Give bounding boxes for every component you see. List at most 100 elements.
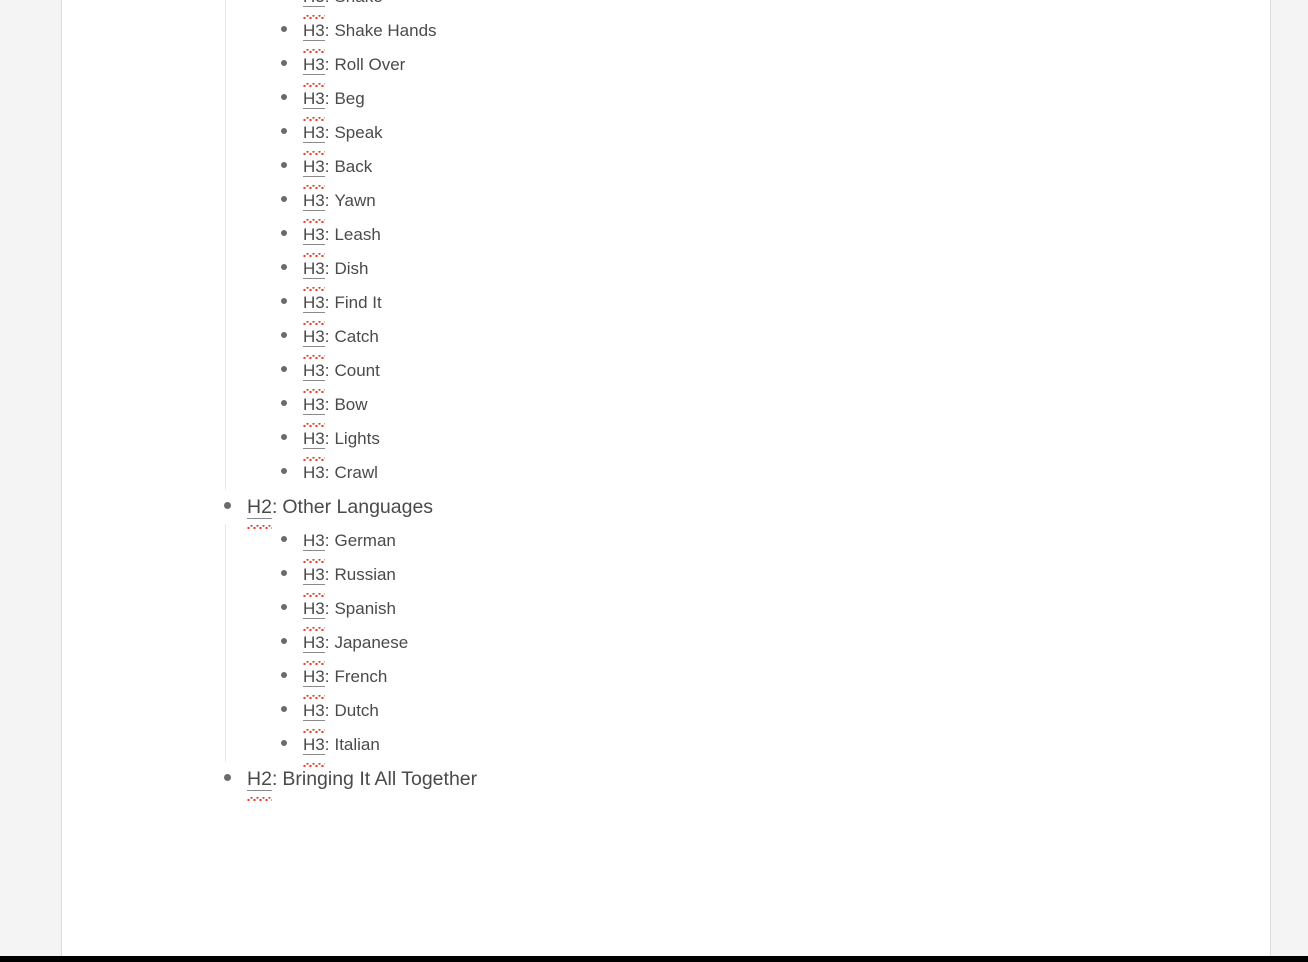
- heading-tag-separator: :: [324, 395, 330, 414]
- outline-item-h3[interactable]: H3: German: [62, 524, 1270, 563]
- outline-node: H3: Shake Hands: [62, 14, 1270, 53]
- heading-tag: H3: [303, 218, 325, 257]
- outline-item-h3[interactable]: H3: Shake Hands: [62, 14, 1270, 53]
- bullet-icon: [281, 332, 287, 338]
- bullet-icon: [224, 502, 231, 509]
- outline-item-h3[interactable]: H3: Italian: [62, 728, 1270, 767]
- heading-tag-separator: :: [324, 157, 330, 176]
- outline-item-h3[interactable]: H3: Bow: [62, 388, 1270, 427]
- heading-tag-label: H3: [303, 123, 325, 143]
- outline-node: H3: Dish: [62, 252, 1270, 291]
- heading-tag: H3: [303, 456, 325, 490]
- heading-tag: H3: [303, 150, 325, 189]
- outline-item-h3[interactable]: H3: Back: [62, 150, 1270, 189]
- outline-item-h3[interactable]: H3: Catch: [62, 320, 1270, 359]
- outline-tree: H3:ShakeH3:Shake HandsH3:Roll OverH3:Beg…: [62, 0, 1270, 801]
- heading-tag-label: H3: [303, 531, 325, 551]
- outline-node: H3: Spanish: [62, 592, 1270, 631]
- heading-tag: H3: [303, 116, 325, 155]
- heading-tag-label: H3: [303, 735, 325, 755]
- bullet-icon: [281, 298, 287, 304]
- outline-item-h2[interactable]: H2: Bringing It All Together: [62, 762, 1270, 801]
- outline-item-h3[interactable]: H3: Russian: [62, 558, 1270, 597]
- outline-node: H3: Lights: [62, 422, 1270, 461]
- outline-node: H2: Bringing It All Together: [62, 762, 1270, 801]
- outline-item-h3[interactable]: H3: Shake: [62, 0, 1270, 19]
- heading-title: French: [334, 667, 388, 686]
- heading-title: Italian: [334, 735, 380, 754]
- heading-title: Roll Over: [334, 55, 406, 74]
- outline-item-h3[interactable]: H3: Japanese: [62, 626, 1270, 665]
- bullet-icon: [281, 128, 287, 134]
- heading-title: Lights: [334, 429, 380, 448]
- outline-node: H3: German: [62, 524, 1270, 563]
- heading-tag-separator: :: [324, 55, 330, 74]
- heading-tag: H3: [303, 728, 325, 767]
- heading-title: Yawn: [334, 191, 376, 210]
- bullet-icon: [281, 536, 287, 542]
- heading-tag-label: H3: [303, 89, 325, 109]
- outline-node: H3: Italian: [62, 728, 1270, 767]
- heading-tag-label: H3: [303, 463, 325, 482]
- heading-tag-separator: :: [324, 123, 330, 142]
- outline-node-group: H3:ShakeH3:Shake HandsH3:Roll OverH3:Beg…: [62, 0, 1270, 490]
- heading-tag-label: H3: [303, 157, 325, 177]
- heading-title: Russian: [334, 565, 396, 584]
- heading-title: Dish: [334, 259, 369, 278]
- outline-item-h3[interactable]: H3: French: [62, 660, 1270, 699]
- bullet-icon: [281, 400, 287, 406]
- heading-tag-label: H3: [303, 191, 325, 211]
- heading-title: Japanese: [334, 633, 409, 652]
- heading-title: German: [334, 531, 396, 550]
- outline-root-list: H3:ShakeH3:Shake HandsH3:Roll OverH3:Beg…: [62, 0, 1270, 801]
- outline-item-h3[interactable]: H3: Roll Over: [62, 48, 1270, 87]
- outline-item-h3[interactable]: H3: Crawl: [62, 456, 1270, 490]
- outline-item-h3[interactable]: H3: Lights: [62, 422, 1270, 461]
- heading-tag-separator: :: [324, 21, 330, 40]
- outline-node: H3: Find It: [62, 286, 1270, 325]
- heading-tag: H3: [303, 14, 325, 53]
- heading-tag: H3: [303, 694, 325, 733]
- outline-item-h3[interactable]: H3: Dutch: [62, 694, 1270, 733]
- heading-tag-separator: :: [324, 327, 330, 346]
- heading-title: Find It: [334, 293, 382, 312]
- outline-item-h3[interactable]: H3: Dish: [62, 252, 1270, 291]
- heading-title: Back: [334, 157, 373, 176]
- heading-tag: H3: [303, 82, 325, 121]
- heading-tag-separator: :: [324, 633, 330, 652]
- outline-item-h3[interactable]: H3: Beg: [62, 82, 1270, 121]
- outline-item-h3[interactable]: H3: Count: [62, 354, 1270, 393]
- heading-tag-label: H3: [303, 701, 325, 721]
- bullet-icon: [281, 468, 287, 474]
- heading-title: Shake Hands: [334, 21, 437, 40]
- heading-tag-label: H3: [303, 599, 325, 619]
- outline-item-h3[interactable]: H3: Leash: [62, 218, 1270, 257]
- outline-node: H3: French: [62, 660, 1270, 699]
- outline-node: H3: Catch: [62, 320, 1270, 359]
- outline-node: H3: Back: [62, 150, 1270, 189]
- outline-node: H3: Roll Over: [62, 48, 1270, 87]
- bullet-icon: [281, 740, 287, 746]
- heading-tag: H3: [303, 524, 325, 563]
- heading-tag: H3: [303, 660, 325, 699]
- outline-node: H3: Shake: [62, 0, 1270, 19]
- heading-tag-separator: :: [324, 429, 330, 448]
- heading-title: Shake: [334, 0, 382, 14]
- heading-tag: H3: [303, 286, 325, 325]
- outline-item-h3[interactable]: H3: Yawn: [62, 184, 1270, 223]
- heading-tag: H3: [303, 592, 325, 631]
- heading-tag-separator: :: [324, 89, 330, 108]
- heading-tag: H2: [247, 490, 272, 529]
- outline-item-h2[interactable]: H2: Other Languages: [62, 490, 1270, 529]
- outline-item-h3[interactable]: H3: Find It: [62, 286, 1270, 325]
- heading-title: Other Languages: [282, 496, 434, 518]
- heading-tag-separator: :: [324, 259, 330, 278]
- spellcheck-squiggle-icon: [247, 797, 272, 801]
- bullet-icon: [281, 162, 287, 168]
- heading-tag: H3: [303, 626, 325, 665]
- heading-tag-label: H3: [303, 633, 325, 653]
- outline-item-h3[interactable]: H3: Speak: [62, 116, 1270, 155]
- bullet-icon: [281, 570, 287, 576]
- outline-item-h3[interactable]: H3: Spanish: [62, 592, 1270, 631]
- heading-tag-separator: :: [324, 531, 330, 550]
